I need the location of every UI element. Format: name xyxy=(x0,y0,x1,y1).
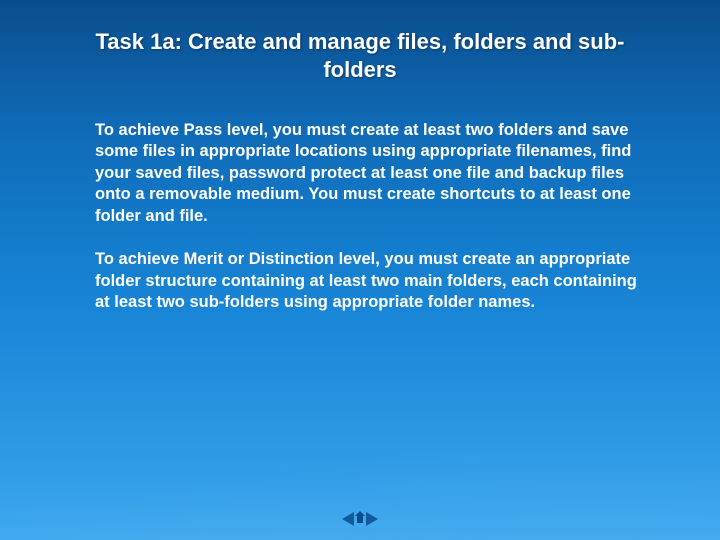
slide-body: To achieve Pass level, you must create a… xyxy=(95,120,645,336)
body-paragraph: To achieve Pass level, you must create a… xyxy=(95,120,645,227)
home-slide-icon[interactable] xyxy=(355,514,365,524)
prev-slide-icon[interactable] xyxy=(342,512,354,526)
background-streaks xyxy=(0,320,720,540)
home-base-icon xyxy=(357,516,363,523)
next-slide-icon[interactable] xyxy=(366,512,378,526)
body-paragraph: To achieve Merit or Distinction level, y… xyxy=(95,249,645,313)
slide-title: Task 1a: Create and manage files, folder… xyxy=(65,28,655,83)
slide-nav xyxy=(0,512,720,526)
slide: Task 1a: Create and manage files, folder… xyxy=(0,0,720,540)
